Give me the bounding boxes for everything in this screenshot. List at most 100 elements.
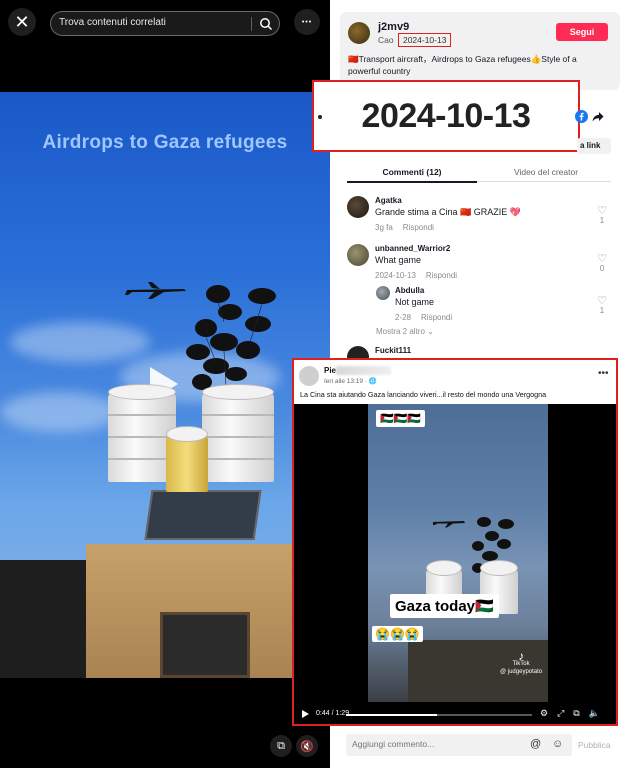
comment-username[interactable]: unbanned_Warrior2 [375,244,450,253]
reply-button[interactable]: Rispondi [426,271,457,280]
fb-post-time: Ieri alle 13:19 · 🌐 [324,378,377,385]
show-more-replies[interactable]: Mostra 2 altro ⌄ [376,327,434,336]
fb-video-controls: 0:44 / 1:29 ⚙ ⤢ ⧉ 🔈 [294,706,616,724]
fb-more-icon[interactable]: ••• [598,368,609,379]
creator-card: j2mv9 Cao 2024-10-13 Segui 🇨🇳Transport a… [340,12,620,90]
mention-icon[interactable]: @ [530,738,541,750]
video-overlay-caption: Airdrops to Gaza refugees [42,132,288,153]
fb-timecode: 0:44 / 1:29 [316,710,350,717]
heart-icon[interactable]: ♡ [595,296,609,307]
reply-button[interactable]: Rispondi [421,313,452,322]
facebook-post-overlay: Pie Ieri alle 13:19 · 🌐 ••• La Cina sta … [292,358,618,726]
creator-avatar[interactable] [348,22,370,44]
fb-control-icons: ⚙ ⤢ ⧉ 🔈 [540,708,600,719]
play-icon[interactable] [302,710,309,718]
comment-username[interactable]: Abdulla [395,286,424,295]
like-count: 1 [599,306,605,315]
comment-tabs: Commenti (12) Video del creator [347,164,611,183]
commenter-avatar[interactable] [347,196,369,218]
mute-icon: 🔇 [300,740,314,753]
search-icon[interactable] [259,17,273,31]
creator-display-name: Cao [378,35,394,45]
cloud [0,392,120,432]
more-options-button[interactable]: ••• [294,9,320,35]
creator-subline: Cao 2024-10-13 [378,33,452,47]
post-date: 2024-10-13 [397,33,452,47]
video-pane: Airdrops to Gaza refugees ✕ Trova conten… [0,0,330,768]
video-player[interactable]: Airdrops to Gaza refugees [0,92,330,678]
comment-meta: 3g fa Rispondi [375,223,434,232]
comment-time: 2-28 [395,313,412,322]
zoom-dot [318,115,322,119]
more-icon: ••• [301,18,313,26]
fb-author-name[interactable]: Pie [324,366,336,375]
copy-link-button[interactable]: a link [577,138,611,154]
chevron-down-icon: ⌄ [427,327,434,336]
publish-button[interactable]: Pubblica [578,740,611,750]
tiktok-brand: TikTok [512,661,530,667]
like-control[interactable]: ♡ 1 [595,206,609,226]
comment-meta: 2-28 Rispondi [395,313,452,322]
building-shadow [0,560,90,678]
follow-button[interactable]: Segui [556,23,608,41]
facebook-icon[interactable] [575,110,588,123]
close-icon: ✕ [14,11,30,32]
comment-input[interactable] [352,739,522,749]
comment-bar: @ ☺ [346,734,572,756]
tab-comments[interactable]: Commenti (12) [347,167,477,183]
video-caption: 🇨🇳Transport aircraft，Airdrops to Gaza re… [348,54,577,76]
like-count: 0 [599,264,605,273]
share-icons [575,110,604,123]
pip-icon[interactable]: ⧉ [573,708,579,719]
fb-flags-overlay: 🇵🇸🇵🇸🇵🇸 [376,410,426,427]
tiktok-watermark: ♪ TikTok @ judgeypotato [500,649,543,676]
fb-emoji-caption: 😭😭😭 [372,626,423,642]
comment-meta: 2024-10-13 Rispondi [375,271,457,280]
tiktok-logo-icon: ♪ [518,649,525,663]
solar-panel [144,490,262,540]
heart-icon[interactable]: ♡ [595,206,609,217]
share-arrow-icon[interactable] [592,110,604,123]
commenter-avatar[interactable] [376,286,390,300]
fb-gaza-caption: Gaza today🇵🇸 [390,594,499,618]
emoji-icon[interactable]: ☺ [552,738,563,750]
building-window [160,612,250,678]
comment-time: 3g fa [375,223,393,232]
comment-time: 2024-10-13 [375,271,416,280]
cloud [10,322,150,362]
fb-author-name-blurred [336,366,391,375]
like-control[interactable]: ♡ 1 [595,296,609,316]
fb-post-text: La Cina sta aiutando Gaza lanciando vive… [300,390,547,399]
expand-icon[interactable]: ⤢ [557,708,564,719]
fb-video-frame: 🇵🇸🇵🇸🇵🇸 Gaza today🇵🇸 😭😭😭 ♪ TikTok @ judge… [368,404,548,702]
reply-item: Abdulla Not game 2-28 Rispondi ♡ 1 [376,286,611,322]
water-tank [202,384,274,482]
tab-creator-videos[interactable]: Video del creator [481,167,611,177]
like-count: 1 [599,216,605,225]
creator-username[interactable]: j2mv9 [378,21,409,33]
volume-icon[interactable]: 🔈 [589,708,600,719]
comment-text: Grande stima a Cina 🇨🇳 GRAZIE 💖 [375,207,521,217]
mute-button[interactable]: 🔇 [296,735,318,757]
date-zoom-callout: 2024-10-13 [312,80,580,152]
heart-icon[interactable]: ♡ [595,254,609,265]
reply-button[interactable]: Rispondi [403,223,434,232]
close-button[interactable]: ✕ [8,8,36,36]
fb-progress-fill [346,714,438,716]
gear-icon[interactable]: ⚙ [540,708,548,719]
comment-username[interactable]: Fuckit111 [375,346,411,355]
search-box[interactable] [50,11,280,36]
comment-text: Not game [395,297,435,307]
commenter-avatar[interactable] [347,244,369,266]
search-input[interactable] [59,17,239,28]
tiktok-handle: @ judgeypotato [500,669,543,675]
fb-progress-bar[interactable] [346,714,532,716]
fb-avatar[interactable] [299,366,319,386]
search-divider [251,17,252,31]
water-tank-small [166,426,208,492]
comment-text: What game [375,255,422,265]
picture-in-picture-button[interactable]: ⧉ [270,735,292,757]
comment-username[interactable]: Agatka [375,196,402,205]
like-control[interactable]: ♡ 0 [595,254,609,274]
fb-video-player[interactable]: 🇵🇸🇵🇸🇵🇸 Gaza today🇵🇸 😭😭😭 ♪ TikTok @ judge… [294,404,616,724]
